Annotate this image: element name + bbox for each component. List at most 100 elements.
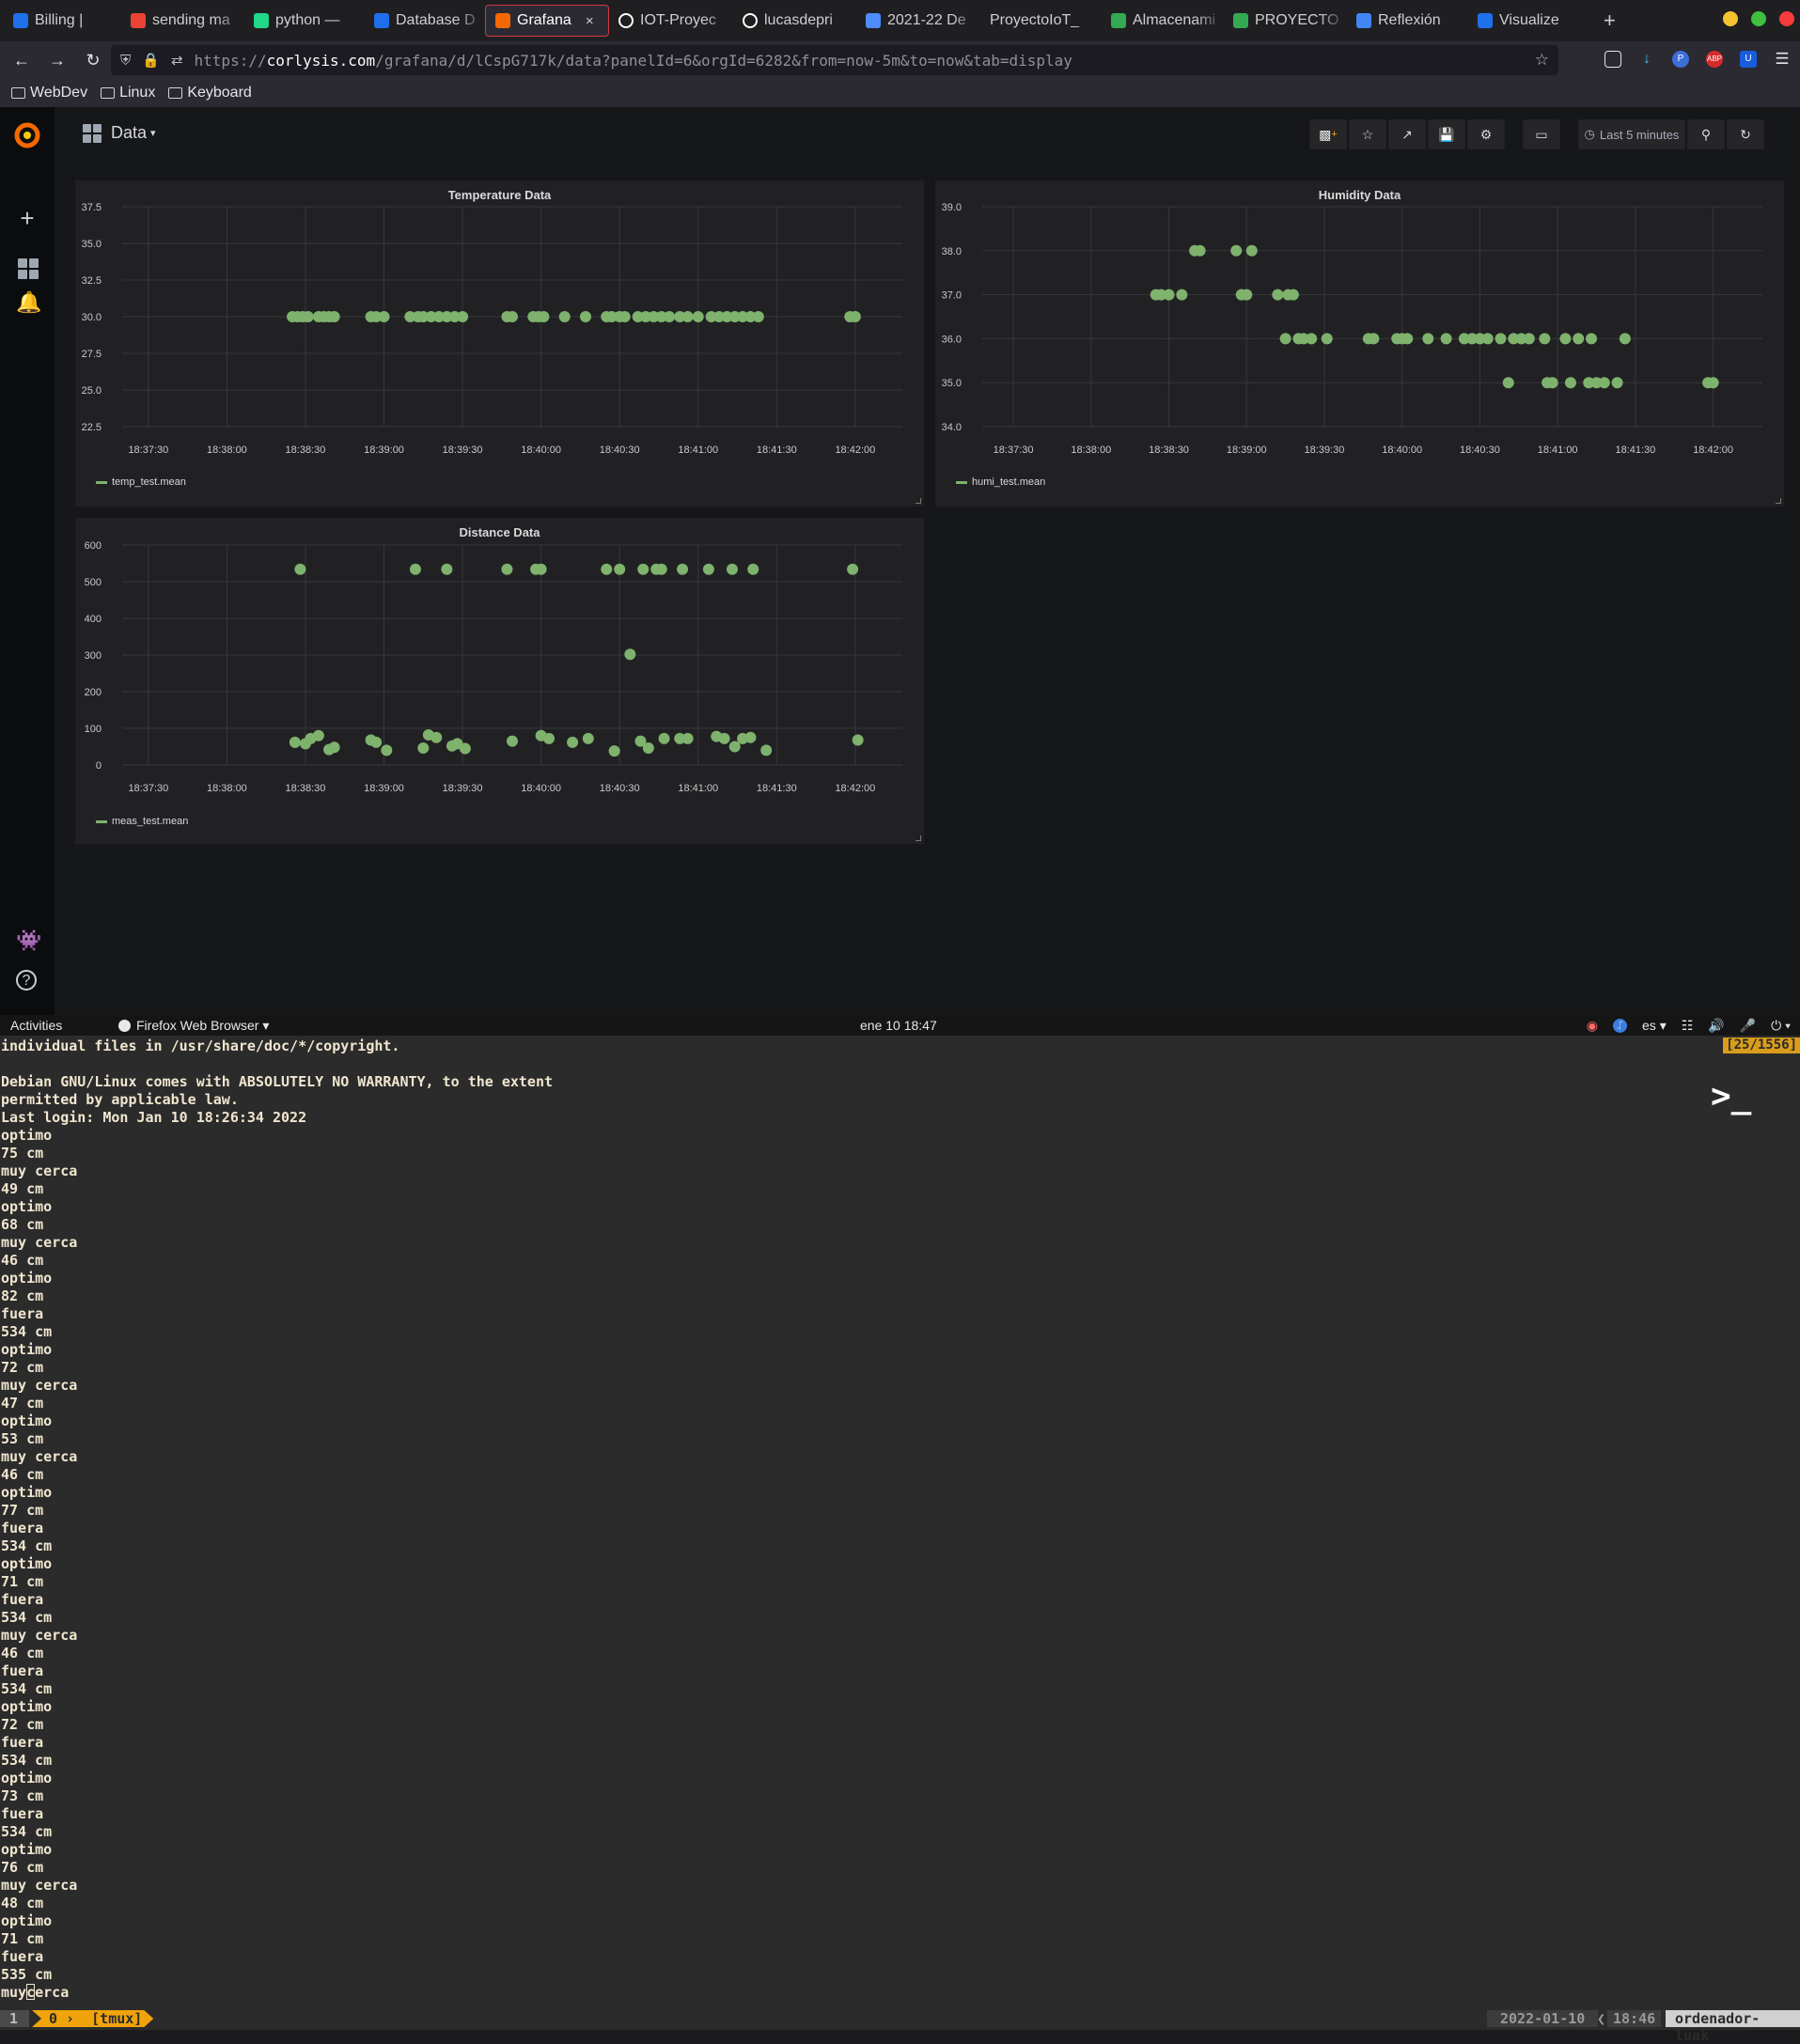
settings-button[interactable]: ⚙: [1467, 119, 1505, 149]
bookmark-linux[interactable]: Linux: [101, 85, 155, 101]
tmux-window-tab[interactable]: 0 › [tmux]: [32, 2010, 153, 2027]
lock-icon[interactable]: 🔒: [142, 52, 160, 69]
tab-8[interactable]: ProyectoIoT_: [980, 5, 1102, 37]
share-icon: ↗: [1401, 126, 1413, 142]
data-point: [1279, 333, 1291, 345]
tab-2[interactable]: python —: [244, 5, 365, 37]
terminal-line: 68 cm: [1, 1216, 44, 1233]
tab-9[interactable]: Almacenami: [1102, 5, 1224, 37]
terminal-line: fuera: [1, 1305, 44, 1322]
network-icon[interactable]: ☷: [1682, 1018, 1694, 1034]
shield-icon[interactable]: ⛨: [120, 53, 131, 69]
time-picker-button[interactable]: ◷ Last 5 minutes: [1578, 119, 1685, 149]
tv-mode-button[interactable]: ▭: [1523, 119, 1560, 149]
bookmark-keyboard[interactable]: Keyboard: [168, 85, 252, 101]
resize-handle[interactable]: [1776, 498, 1781, 504]
humidity-panel[interactable]: Humidity Data 39.0 38.0 37.0 36.0 35.0 34.0 18…: [935, 180, 1784, 507]
app-menu-label: Firefox Web Browser ▾: [136, 1018, 270, 1033]
back-arrow-icon[interactable]: ←: [8, 51, 36, 70]
terminal-line: muy cerca: [1, 1162, 78, 1179]
app-menu[interactable]: Firefox Web Browser ▾: [118, 1018, 269, 1034]
tab-6[interactable]: lucasdepri: [733, 5, 856, 37]
tab-fade: [1073, 5, 1102, 37]
avatar[interactable]: 👾: [16, 929, 41, 952]
bell-icon[interactable]: 🔔: [16, 291, 41, 314]
terminal-text: muy: [1, 1984, 27, 2001]
microphone-icon[interactable]: 🎤: [1740, 1018, 1756, 1034]
dashboard-picker[interactable]: Data ▾: [83, 123, 156, 143]
tab-0[interactable]: Billing |: [4, 5, 121, 37]
pocket-icon[interactable]: [1604, 51, 1621, 68]
tab-4[interactable]: Grafana ×: [485, 5, 609, 37]
url-bar[interactable]: ⛨ 🔒 ⇄ https://corlysis.com/grafana/d/lCs…: [111, 45, 1558, 75]
dashboards-icon[interactable]: [16, 250, 39, 279]
data-point: [849, 311, 861, 322]
tab-3[interactable]: Database D: [365, 5, 485, 37]
activities-button[interactable]: Activities: [10, 1018, 62, 1033]
menu-icon[interactable]: ☰: [1774, 51, 1791, 68]
bitwarden-icon[interactable]: U: [1740, 51, 1757, 68]
legend-item[interactable]: meas_test.mean: [96, 816, 188, 827]
extension-icon[interactable]: P: [1672, 51, 1689, 68]
resize-handle[interactable]: [916, 498, 921, 504]
x-tick-label: 18:41:00: [678, 445, 718, 456]
reload-icon[interactable]: ↻: [79, 51, 107, 70]
download-icon[interactable]: ↓: [1638, 51, 1655, 68]
data-point: [302, 311, 314, 322]
tab-5[interactable]: IOT-Proyec: [609, 5, 733, 37]
data-point: [1619, 333, 1631, 345]
help-icon[interactable]: ?: [16, 970, 37, 991]
distance-panel[interactable]: Distance Data 600 500 400 300 200 100 0 18:37:3…: [75, 518, 924, 844]
permissions-icon[interactable]: ⇄: [171, 52, 183, 69]
plus-icon[interactable]: +: [16, 206, 39, 230]
data-point: [457, 311, 469, 322]
close-tab-icon[interactable]: ×: [586, 13, 594, 29]
tab-12[interactable]: Visualize: [1468, 5, 1590, 37]
add-panel-button[interactable]: ▩ +: [1309, 119, 1347, 149]
terminal-line: muy cerca: [1, 1377, 78, 1394]
maximize-button[interactable]: [1751, 11, 1766, 26]
y-tick-label: 39.0: [942, 202, 962, 213]
zoom-out-button[interactable]: ⚲: [1687, 119, 1725, 149]
minimize-button[interactable]: [1723, 11, 1738, 26]
terminal[interactable]: individual files in /usr/share/doc/*/cop…: [0, 1036, 1800, 2007]
share-button[interactable]: ↗: [1388, 119, 1426, 149]
monitor-icon: ▭: [1535, 126, 1548, 142]
terminal-line: 72 cm: [1, 1359, 44, 1376]
clock[interactable]: ene 10 18:47: [860, 1018, 937, 1033]
data-point: [1306, 333, 1318, 345]
temperature-panel[interactable]: Temperature Data 37.5 35.0 32.5 30.0 27.5 25.…: [75, 180, 924, 507]
refresh-button[interactable]: ↻: [1727, 119, 1764, 149]
power-icon[interactable]: ⏻ ▾: [1771, 1018, 1791, 1034]
resize-handle[interactable]: [916, 835, 921, 841]
tab-11[interactable]: Reflexión: [1347, 5, 1468, 37]
bookmark-star-icon[interactable]: ☆: [1535, 51, 1549, 70]
tab-1[interactable]: sending ma: [121, 5, 244, 37]
terminal-line: optimo: [1, 1127, 53, 1144]
data-point: [1287, 289, 1299, 301]
volume-icon[interactable]: 🔊: [1708, 1018, 1724, 1034]
language-selector[interactable]: es ▾: [1642, 1018, 1667, 1034]
discord-icon[interactable]: ◉: [1587, 1018, 1598, 1034]
forward-arrow-icon[interactable]: →: [43, 51, 71, 70]
adblock-icon[interactable]: ABP: [1706, 51, 1723, 68]
star-button[interactable]: ☆: [1349, 119, 1386, 149]
legend-item[interactable]: humi_test.mean: [956, 476, 1045, 488]
terminal-line: 72 cm: [1, 1716, 44, 1733]
grafana-logo-icon[interactable]: [12, 120, 42, 150]
data-point: [637, 563, 650, 575]
x-tick-label: 18:38:30: [286, 445, 326, 456]
data-point: [501, 563, 513, 575]
data-point: [624, 648, 636, 661]
bookmark-webdev[interactable]: WebDev: [11, 85, 87, 101]
save-button[interactable]: 💾: [1428, 119, 1465, 149]
new-tab-button[interactable]: +: [1604, 8, 1616, 33]
tab-10[interactable]: PROYECTO: [1224, 5, 1347, 37]
bluetooth-icon[interactable]: ᛢ: [1613, 1019, 1628, 1033]
terminal-line: 46 cm: [1, 1466, 44, 1483]
legend-item[interactable]: temp_test.mean: [96, 476, 186, 488]
url-text[interactable]: https://corlysis.com/grafana/d/lCspG717k…: [195, 52, 1072, 70]
close-window-button[interactable]: [1779, 11, 1794, 26]
tab-7[interactable]: 2021-22 De: [856, 5, 980, 37]
